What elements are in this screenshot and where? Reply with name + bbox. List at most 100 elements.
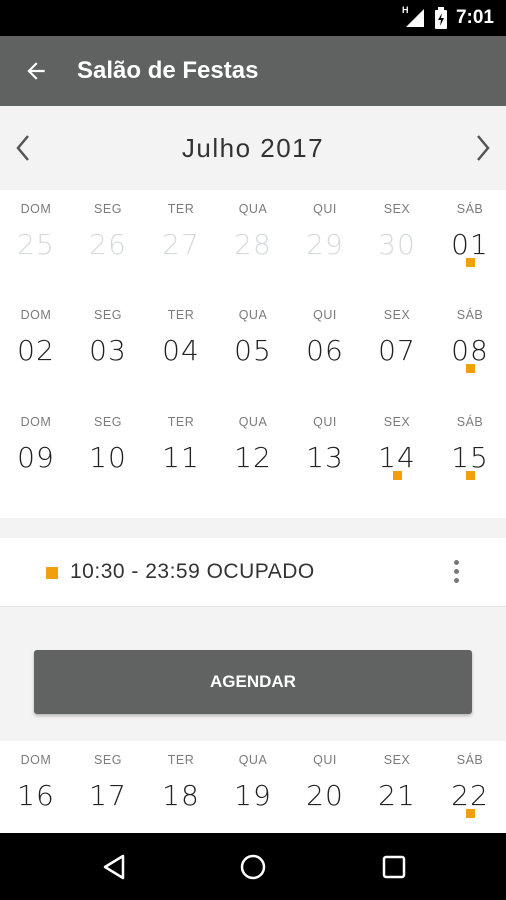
day-number: 14 — [378, 441, 416, 474]
month-navigation: Julho 2017 — [0, 106, 506, 190]
more-options-button[interactable] — [445, 556, 467, 588]
booking-marker — [466, 364, 475, 373]
weekday-label: TER — [167, 202, 195, 216]
system-home-button[interactable] — [236, 850, 270, 884]
schedule-button[interactable]: AGENDAR — [34, 650, 472, 714]
calendar-week: DOM 09 SEG 10 TER 11 QUA 12 QUI 13 SEX 14 SÁB 15 — [0, 403, 506, 518]
calendar-day[interactable]: SEG 10 — [72, 403, 144, 518]
day-number: 04 — [162, 334, 200, 367]
calendar-day[interactable]: SEG 03 — [72, 296, 144, 403]
weekday-label: SÁB — [456, 202, 484, 216]
weekday-label: QUA — [238, 202, 268, 216]
calendar-day[interactable]: SÁB 08 — [434, 296, 506, 403]
app-title: Salão de Festas — [77, 57, 259, 84]
day-number: 07 — [378, 334, 416, 367]
booking-marker — [466, 809, 475, 818]
calendar-day[interactable]: TER 04 — [145, 296, 217, 403]
day-number: 30 — [378, 228, 416, 261]
day-number: 16 — [17, 779, 55, 812]
calendar-day[interactable]: SEX 07 — [361, 296, 433, 403]
weekday-label: TER — [167, 753, 195, 767]
calendar-day[interactable]: SÁB 01 — [434, 190, 506, 296]
calendar-day[interactable]: DOM 16 — [0, 741, 72, 833]
calendar-day[interactable]: DOM 09 — [0, 403, 72, 518]
booking-marker — [466, 471, 475, 480]
calendar-day[interactable]: QUA 05 — [217, 296, 289, 403]
weekday-label: SEG — [94, 308, 122, 322]
recents-square-icon — [382, 855, 406, 879]
status-icons: H 7:01 — [402, 0, 494, 36]
day-number: 18 — [162, 779, 200, 812]
calendar-day[interactable]: QUA 28 — [217, 190, 289, 296]
calendar-day[interactable]: SEX 21 — [361, 741, 433, 833]
calendar-day[interactable]: TER 27 — [145, 190, 217, 296]
status-time: 7:01 — [455, 7, 494, 28]
system-recents-button[interactable] — [377, 850, 411, 884]
day-number: 29 — [306, 228, 344, 261]
calendar-day[interactable]: SEX 30 — [361, 190, 433, 296]
weekday-label: QUI — [313, 753, 337, 767]
day-number: 01 — [451, 228, 489, 261]
arrow-left-icon — [27, 62, 45, 80]
weekday-label: SÁB — [456, 308, 484, 322]
calendar-week: DOM 25 SEG 26 TER 27 QUA 28 QUI 29 SEX 30 SÁB 01 — [0, 190, 506, 296]
weekday-label: QUA — [238, 753, 268, 767]
day-number: 08 — [451, 334, 489, 367]
calendar-day[interactable]: QUI 13 — [289, 403, 361, 518]
weekday-label: TER — [167, 308, 195, 322]
day-number: 10 — [89, 441, 127, 474]
day-number: 25 — [17, 228, 55, 261]
day-number: 11 — [162, 441, 200, 474]
status-bar: H 7:01 — [0, 0, 506, 36]
more-vertical-icon-dot — [454, 578, 459, 583]
weekday-label: SEX — [383, 202, 411, 216]
day-number: 22 — [451, 779, 489, 812]
day-number: 17 — [89, 779, 127, 812]
day-number: 03 — [89, 334, 127, 367]
calendar-day[interactable]: SEG 17 — [72, 741, 144, 833]
calendar-day[interactable]: SEX 14 — [361, 403, 433, 518]
calendar-day[interactable]: SEG 26 — [72, 190, 144, 296]
calendar-week: DOM 16 SEG 17 TER 18 QUA 19 QUI 20 SEX 21 SÁB 22 — [0, 741, 506, 833]
weekday-label: QUA — [238, 308, 268, 322]
day-number: 19 — [234, 779, 272, 812]
day-number: 15 — [451, 441, 489, 474]
event-text: 10:30 - 23:59 OCUPADO — [70, 560, 315, 583]
day-number: 09 — [17, 441, 55, 474]
day-number: 06 — [306, 334, 344, 367]
day-number: 12 — [234, 441, 272, 474]
battery-icon — [434, 7, 448, 29]
event-item[interactable]: 10:30 - 23:59 OCUPADO — [0, 538, 506, 607]
weekday-label: SÁB — [456, 753, 484, 767]
day-number: 27 — [162, 228, 200, 261]
calendar-day[interactable]: QUA 12 — [217, 403, 289, 518]
app-bar: Salão de Festas — [0, 36, 506, 106]
calendar-day[interactable]: SÁB 15 — [434, 403, 506, 518]
day-number: 20 — [306, 779, 344, 812]
weekday-label: DOM — [20, 753, 52, 767]
back-button[interactable] — [18, 53, 54, 89]
weekday-label: QUI — [313, 415, 337, 429]
weekday-label: SEX — [383, 308, 411, 322]
calendar-day[interactable]: QUI 20 — [289, 741, 361, 833]
back-triangle-icon — [103, 854, 125, 880]
calendar-day[interactable]: QUA 19 — [217, 741, 289, 833]
calendar-day[interactable]: QUI 29 — [289, 190, 361, 296]
weekday-label: SEX — [383, 415, 411, 429]
calendar-day[interactable]: SÁB 22 — [434, 741, 506, 833]
day-number: 02 — [17, 334, 55, 367]
day-number: 26 — [89, 228, 127, 261]
weekday-label: SEG — [94, 415, 122, 429]
calendar-day[interactable]: DOM 25 — [0, 190, 72, 296]
calendar-day[interactable]: DOM 02 — [0, 296, 72, 403]
next-month-button[interactable] — [468, 133, 498, 163]
home-circle-icon — [240, 854, 266, 880]
system-back-button[interactable] — [97, 850, 131, 884]
booking-marker — [466, 258, 475, 267]
weekday-label: QUI — [313, 308, 337, 322]
calendar-day[interactable]: QUI 06 — [289, 296, 361, 403]
weekday-label: SÁB — [456, 415, 484, 429]
chevron-right-icon — [477, 135, 490, 161]
calendar-day[interactable]: TER 11 — [145, 403, 217, 518]
calendar-day[interactable]: TER 18 — [145, 741, 217, 833]
